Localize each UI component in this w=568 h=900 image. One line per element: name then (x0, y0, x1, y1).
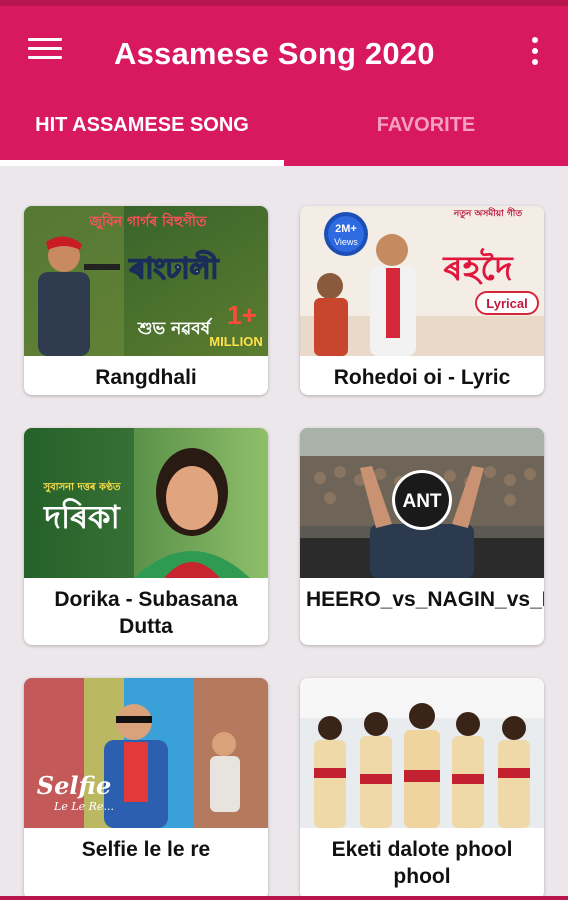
song-thumbnail (300, 678, 544, 828)
song-card-eketi-dalote-phool[interactable]: Eketi dalote phool phool (300, 678, 544, 900)
thumb-bottom-text: শুভ নৱবৰ্ষ (137, 317, 213, 339)
song-title: Selfie le le re (81, 838, 211, 861)
thumb-top-text: নতুন অসমীয়া গীত (453, 206, 523, 220)
thumb-views-sub-text: Views (334, 237, 358, 247)
thumb-views-text: 2M+ (335, 223, 357, 235)
thumb-tag-text: Lyrical (486, 296, 527, 311)
song-title: Rangdhali (95, 366, 197, 389)
tab-bar: HIT ASSAMESE SONG FAVORITE (0, 90, 568, 166)
thumb-badge-sub-text: MILLION (209, 334, 262, 349)
thumb-title-text: দৰিকা (43, 497, 121, 536)
thumb-title-text: Selfie (37, 771, 111, 800)
hamburger-menu-icon[interactable] (28, 38, 62, 62)
song-thumbnail: ANT (300, 428, 544, 578)
app-bar: Assamese Song 2020 (0, 6, 568, 90)
thumb-top-text: জুবিন গাৰ্গৰ বিহুগীত (88, 212, 207, 231)
tab-hit-assamese-song[interactable]: HIT ASSAMESE SONG (0, 90, 284, 166)
thumb-sub-text: Le Le Re... (53, 800, 114, 813)
song-card-rohedoi[interactable]: 2M+ Views নতুন অসমীয়া গীত ৰহদৈ Lyrical … (300, 206, 544, 395)
song-title: HEERO_vs_NAGIN_vs_HORN (306, 588, 544, 611)
song-thumbnail: সুবাসনা দত্তৰ কণ্ঠত দৰিকা (24, 428, 268, 578)
song-thumbnail: 2M+ Views নতুন অসমীয়া গীত ৰহদৈ Lyrical (300, 206, 544, 356)
bottom-edge (0, 896, 568, 900)
app-title: Assamese Song 2020 (114, 36, 435, 71)
song-title: Dorika - Subasana Dutta (54, 588, 238, 638)
song-thumbnail: জুবিন গাৰ্গৰ বিহুগীত ৰাংঢালী শুভ নৱবৰ্ষ … (24, 206, 268, 356)
song-grid: জুবিন গাৰ্গৰ বিহুগীত ৰাংঢালী শুভ নৱবৰ্ষ … (0, 166, 568, 900)
song-thumbnail: Selfie Le Le Re... (24, 678, 268, 828)
thumb-top-text: সুবাসনা দত্তৰ কণ্ঠত (43, 480, 121, 494)
song-title: Eketi dalote phool phool (331, 838, 513, 888)
tab-favorite[interactable]: FAVORITE (284, 90, 568, 166)
thumb-title-text: ৰহদৈ (442, 248, 513, 289)
song-card-selfie-le-le-re[interactable]: Selfie Le Le Re... Selfie le le re (24, 678, 268, 900)
song-card-rangdhali[interactable]: জুবিন গাৰ্গৰ বিহুগীত ৰাংঢালী শুভ নৱবৰ্ষ … (24, 206, 268, 395)
song-title: Rohedoi oi - Lyric (333, 366, 511, 389)
thumb-logo-text: ANT (402, 491, 441, 512)
thumb-badge-text: 1+ (227, 300, 257, 330)
song-card-heero-nagin-horn[interactable]: ANT HEERO_vs_NAGIN_vs_HORN (300, 428, 544, 645)
more-vert-icon[interactable] (530, 37, 540, 65)
thumb-title-text: ৰাংঢালী (129, 250, 220, 285)
song-card-dorika[interactable]: সুবাসনা দত্তৰ কণ্ঠত দৰিকা Dorika - Subas… (24, 428, 268, 645)
